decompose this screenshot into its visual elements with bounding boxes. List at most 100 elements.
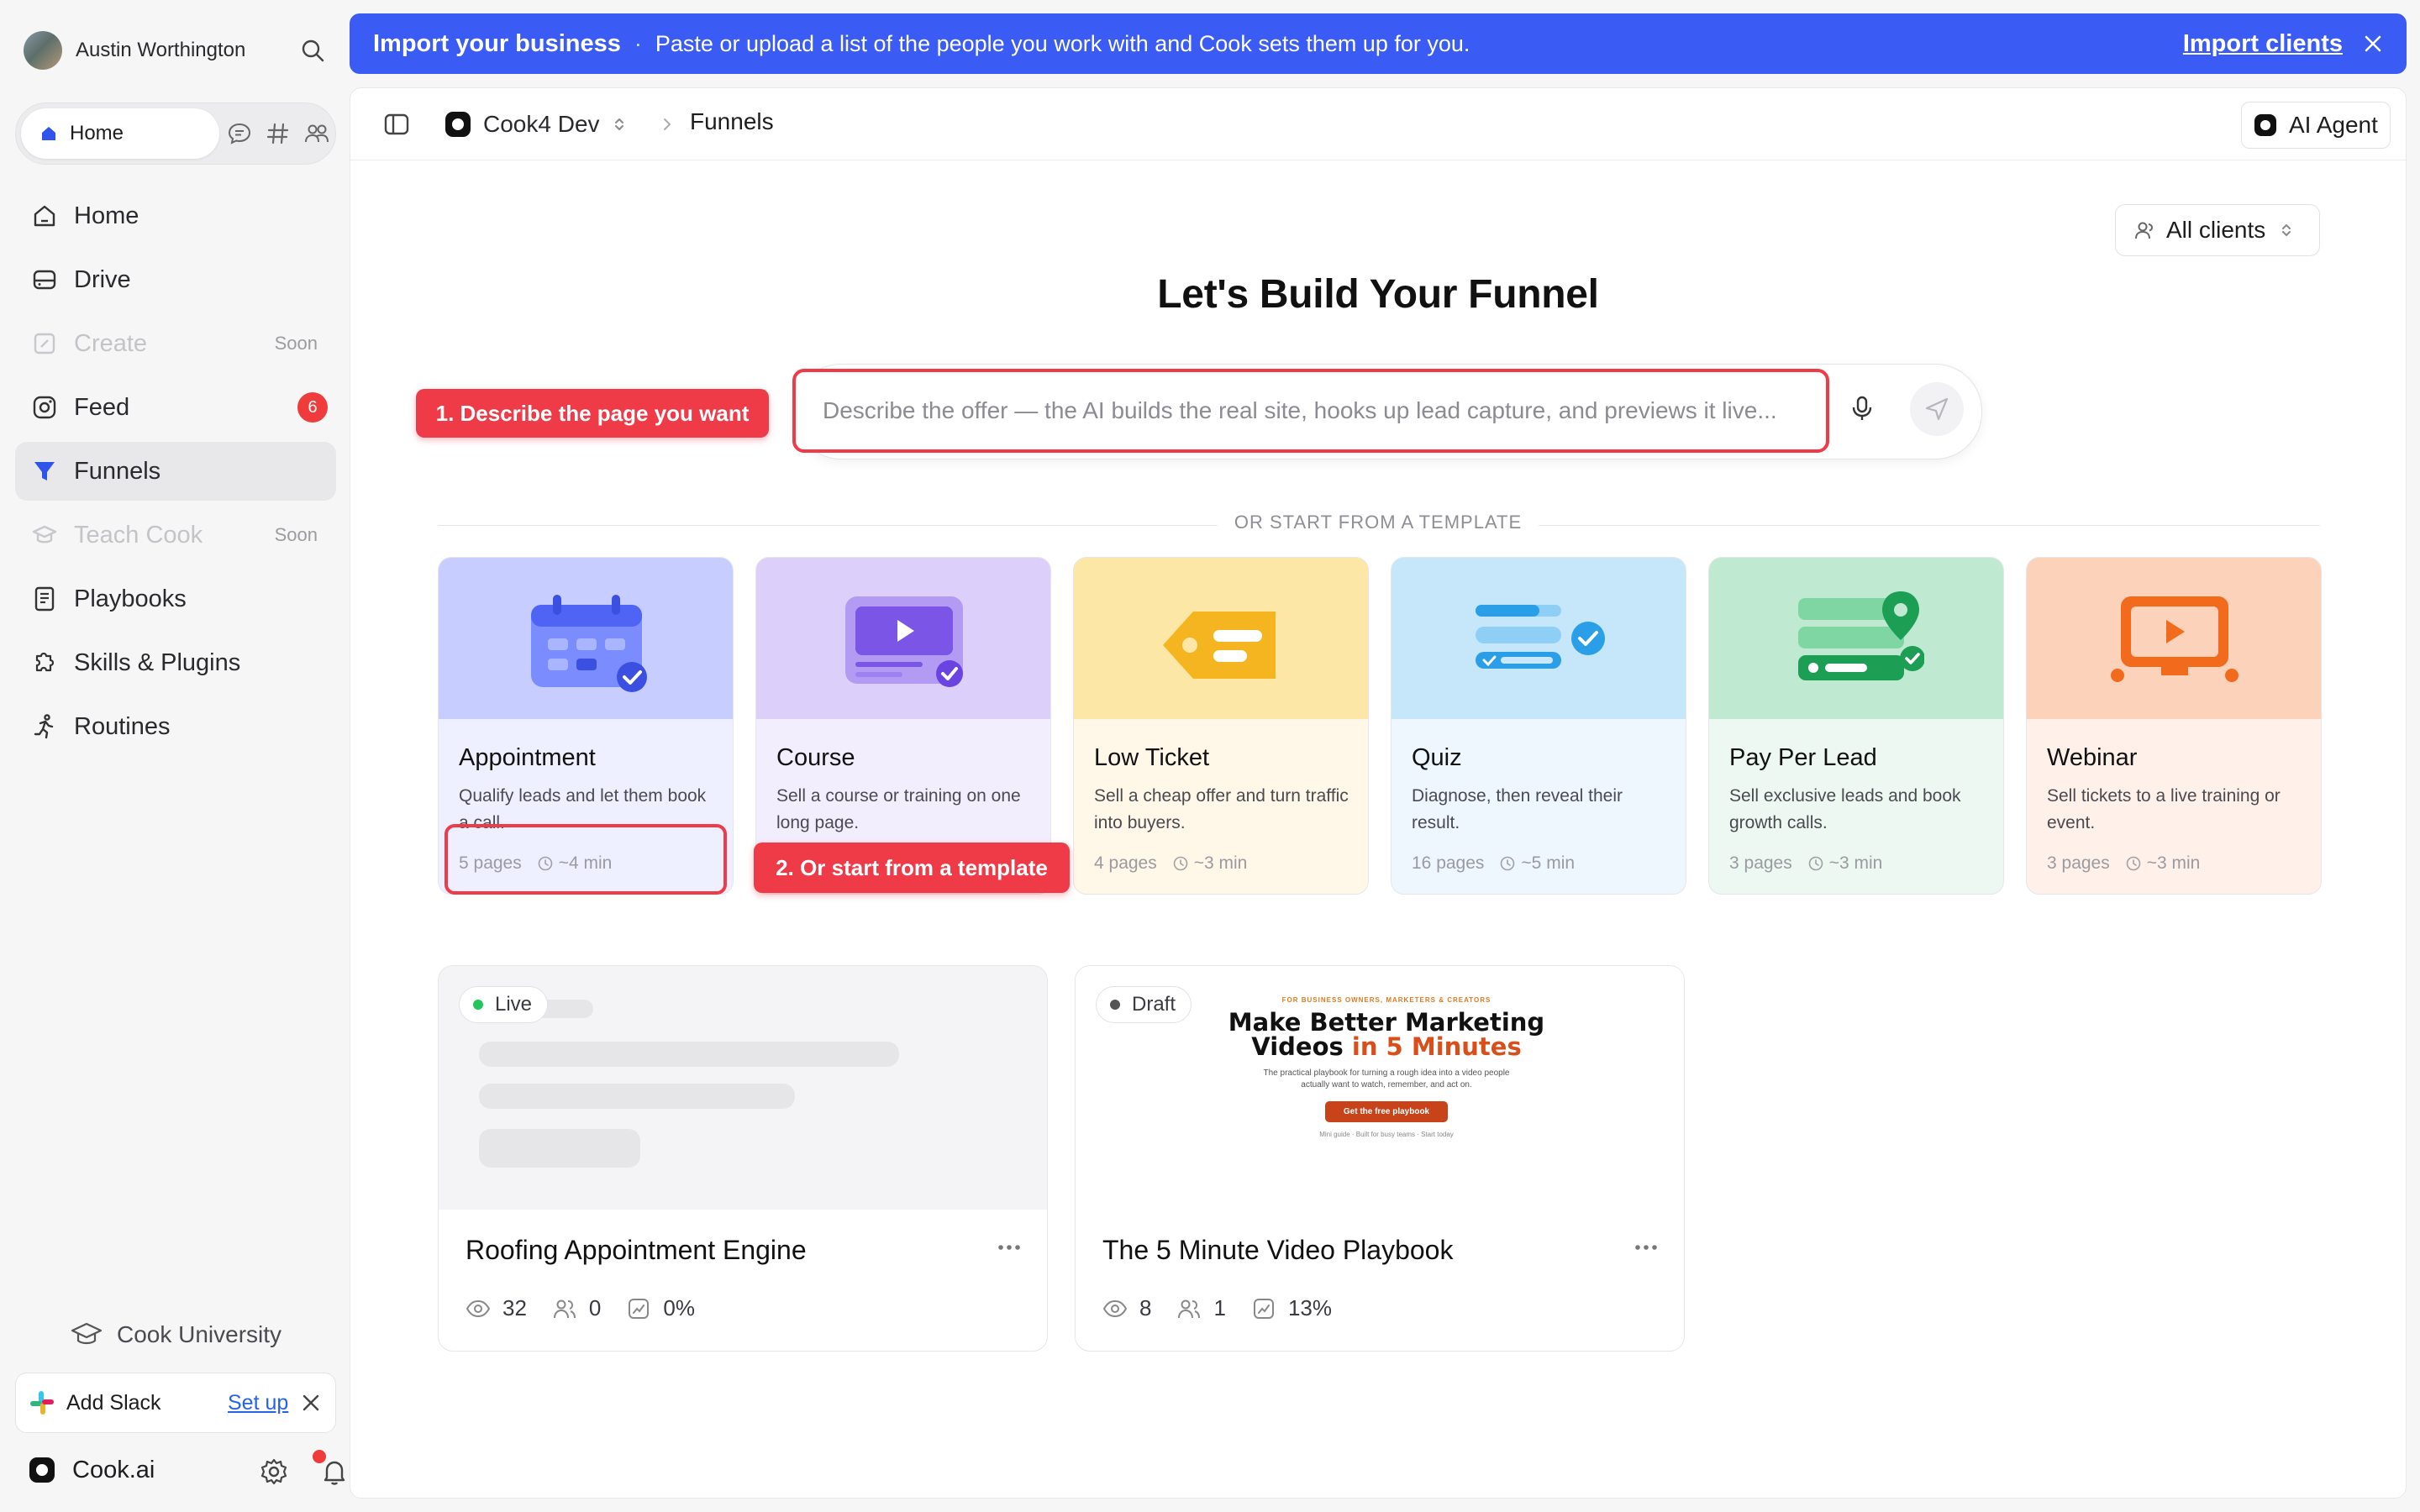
template-time: ~3 min [1193,853,1248,873]
template-pages: 4 pages [1094,853,1157,873]
template-description: Sell exclusive leads and book growth cal… [1729,786,1961,832]
thumbnail-cta: Get the free playbook [1324,1101,1449,1122]
workspace-logo-icon [445,111,471,138]
microphone-icon[interactable] [1848,394,1876,423]
webinar-screen-icon [2111,596,2238,682]
notification-badge: 6 [297,392,328,423]
workspace-switcher[interactable]: Cook4 Dev [445,107,629,142]
sidebar-item-teach-cook: Teach Cook Soon [15,506,336,564]
price-tag-icon [1163,612,1276,679]
sidebar-item-playbooks[interactable]: Playbooks [15,570,336,628]
home-mode-icon [39,124,58,143]
sidebar-item-funnels[interactable]: Funnels [15,442,336,501]
sidebar-item-label: Skills & Plugins [74,648,241,676]
status-dot [473,1000,483,1010]
routine-icon [30,712,59,741]
skeleton-line [479,1084,795,1109]
sidebar: Austin Worthington Home Home Drive Creat… [0,0,345,1512]
landing-page-thumbnail: FOR BUSINESS OWNERS, MARKETERS & CREATOR… [1227,996,1546,1138]
ai-agent-button[interactable]: AI Agent [2241,102,2391,149]
status-label: Live [495,993,533,1016]
banner-message: Paste or upload a list of the people you… [655,30,1470,56]
mode-switcher: Home [15,102,336,165]
close-icon[interactable] [2361,32,2385,55]
send-button[interactable] [1910,382,1964,436]
funnel-card-roofing[interactable]: Live Roofing Appointment Engine 32 0 0% [438,965,1048,1352]
import-clients-link[interactable]: Import clients [2183,30,2343,58]
banner-separator: · [634,30,642,56]
template-card-quiz[interactable]: Quiz Diagnose, then reveal their result.… [1391,557,1686,895]
gear-icon[interactable] [259,1457,289,1487]
template-card-pay-per-lead[interactable]: Pay Per Lead Sell exclusive leads and bo… [1708,557,2004,895]
conversion-icon [1251,1297,1276,1320]
views-count: 32 [502,1295,527,1320]
playbook-icon [30,585,59,613]
template-meta: 16 pages ~5 min [1412,853,1575,874]
template-description: Sell a course or training on one long pa… [776,786,1021,832]
sidebar-item-feed[interactable]: Feed 6 [15,378,336,437]
funnel-card-video-playbook[interactable]: FOR BUSINESS OWNERS, MARKETERS & CREATOR… [1075,965,1685,1352]
skeleton-button [479,1129,640,1168]
sidebar-item-label: Playbooks [74,585,187,612]
chevron-right-icon [658,115,676,134]
soon-tag: Soon [274,524,318,545]
sidebar-item-create: Create Soon [15,314,336,373]
conversion-rate: 0% [663,1295,695,1320]
template-art [439,558,733,719]
sidebar-item-drive[interactable]: Drive [15,250,336,309]
thumbnail-kicker: FOR BUSINESS OWNERS, MARKETERS & CREATOR… [1281,996,1491,1004]
slack-setup-link[interactable]: Set up [228,1391,288,1415]
template-pages: 3 pages [2047,853,2110,873]
more-options-icon[interactable] [997,1243,1022,1252]
workspace-name: Cook4 Dev [483,111,600,137]
hashtag-icon[interactable] [265,120,292,147]
create-icon [30,329,59,358]
funnel-prompt-input[interactable]: Describe the offer — the AI builds the r… [792,369,1829,453]
avatar[interactable] [24,31,62,70]
step-2-callout: 2. Or start from a template [754,843,1070,893]
close-icon[interactable] [298,1390,324,1415]
search-icon[interactable] [299,37,326,64]
puzzle-icon [30,648,59,677]
user-name: Austin Worthington [76,39,246,61]
sidebar-item-home[interactable]: Home [15,186,336,245]
teach-icon [30,521,59,549]
team-icon[interactable] [303,120,330,147]
clock-icon [2125,855,2142,872]
cook-university-link[interactable]: Cook University [15,1307,336,1362]
add-slack-label: Add Slack [66,1390,161,1415]
mode-home-button[interactable]: Home [21,108,219,159]
template-meta: 3 pages ~3 min [2047,853,2200,874]
skeleton-line [479,1042,899,1067]
sidebar-toggle-icon[interactable] [382,110,411,139]
leads-count: 0 [588,1295,602,1320]
template-art [1074,558,1368,719]
sidebar-item-label: Create [74,329,148,357]
chevron-updown-icon [2277,221,2296,239]
feed-icon [30,393,59,422]
leads-count: 1 [1213,1295,1226,1320]
sidebar-item-skills-plugins[interactable]: Skills & Plugins [15,633,336,692]
more-options-icon[interactable] [1634,1243,1659,1252]
sidebar-item-label: Home [74,202,139,229]
client-filter-dropdown[interactable]: All clients [2115,204,2320,256]
quiz-icon [1476,605,1605,669]
status-badge: Live [459,986,549,1023]
chat-icon[interactable] [226,120,253,147]
highlight-box [445,824,727,895]
client-filter-label: All clients [2166,217,2266,243]
template-meta: 3 pages ~3 min [1729,853,1882,874]
calendar-icon [531,595,647,692]
template-art [756,558,1050,719]
leads-icon [552,1297,577,1320]
sidebar-item-routines[interactable]: Routines [15,697,336,756]
template-card-low-ticket[interactable]: Low Ticket Sell a cheap offer and turn t… [1073,557,1369,895]
funnel-name: The 5 Minute Video Playbook [1102,1235,1454,1265]
brand-row: Cook.ai [29,1446,345,1494]
template-card-webinar[interactable]: Webinar Sell tickets to a live training … [2026,557,2322,895]
notification-dot [313,1450,326,1463]
user-profile[interactable]: Austin Worthington [24,29,326,72]
location-pin-icon [1798,591,1924,680]
template-description: Sell tickets to a live training or event… [2047,786,2281,832]
template-title: Quiz [1412,744,1462,771]
